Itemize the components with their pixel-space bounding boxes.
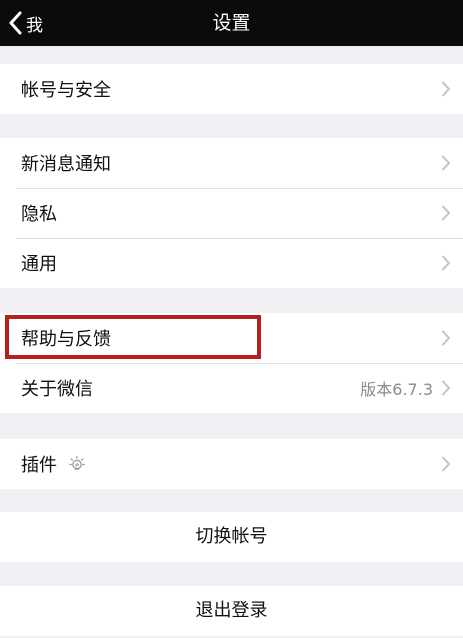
version-value: 版本6.7.3 — [360, 380, 433, 399]
chevron-right-icon — [442, 456, 450, 472]
about-wechat-item[interactable]: 关于微信 版本6.7.3 — [0, 363, 463, 413]
plugins-label: 插件 — [21, 455, 57, 476]
lightbulb-icon — [69, 455, 85, 470]
support-group: 帮助与反馈 关于微信 版本6.7.3 — [0, 313, 463, 413]
about-wechat-label: 关于微信 — [21, 379, 93, 400]
account-security-label: 帐号与安全 — [21, 80, 111, 101]
chevron-right-icon — [442, 205, 450, 221]
new-message-notification-item[interactable]: 新消息通知 — [0, 138, 463, 188]
page-title: 设置 — [212, 12, 251, 34]
plugins-group: 插件 — [0, 439, 463, 489]
navigation-bar: 我 设置 — [0, 0, 463, 46]
help-feedback-label: 帮助与反馈 — [21, 329, 111, 350]
plugins-item[interactable]: 插件 — [0, 439, 463, 489]
preferences-group: 新消息通知 隐私 通用 — [0, 138, 463, 288]
help-feedback-item[interactable]: 帮助与反馈 — [0, 313, 463, 363]
new-message-notification-label: 新消息通知 — [21, 154, 111, 175]
account-security-item[interactable]: 帐号与安全 — [0, 64, 463, 114]
chevron-right-icon — [442, 81, 450, 97]
chevron-right-icon — [442, 255, 450, 271]
chevron-right-icon — [442, 330, 450, 346]
switch-account-button[interactable]: 切换帐号 — [0, 512, 463, 562]
account-group: 帐号与安全 — [0, 64, 463, 114]
logout-button[interactable]: 退出登录 — [0, 586, 463, 636]
privacy-item[interactable]: 隐私 — [0, 188, 463, 238]
general-item[interactable]: 通用 — [0, 238, 463, 288]
privacy-label: 隐私 — [21, 204, 57, 225]
chevron-right-icon — [442, 380, 450, 396]
general-label: 通用 — [21, 254, 57, 275]
plugins-label-wrap: 插件 — [21, 451, 441, 477]
chevron-right-icon — [442, 155, 450, 171]
